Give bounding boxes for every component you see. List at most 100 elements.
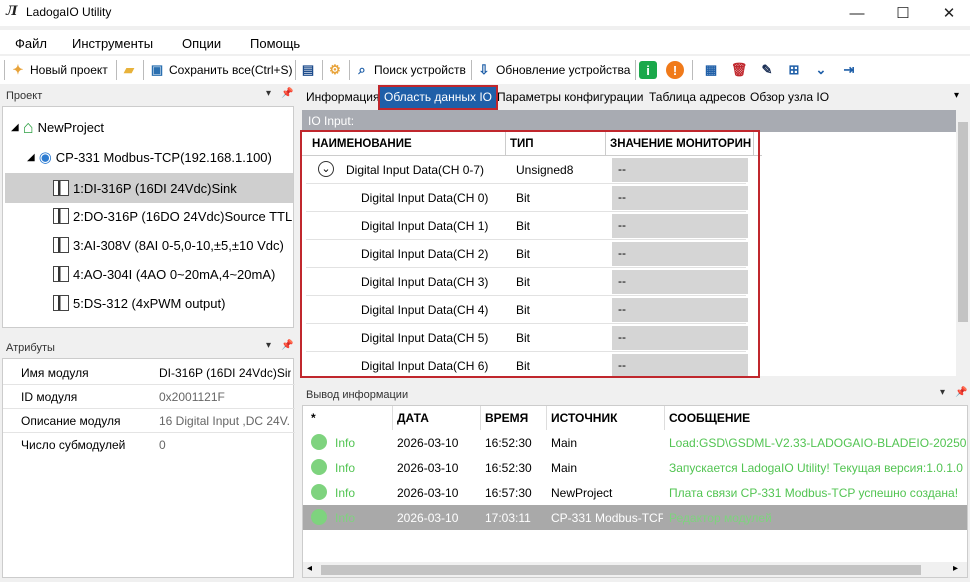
title-bar: Л LadogaIO Utility — ☐ ✕ xyxy=(0,0,970,26)
tree-root-item[interactable]: ◢ ⌂ NewProject xyxy=(11,116,104,138)
attribute-value: 16 Digital Input ,DC 24V... xyxy=(159,414,291,428)
maximize-button[interactable]: ☐ xyxy=(880,0,926,26)
delete-button[interactable]: 🗑 xyxy=(730,59,748,81)
module-icon xyxy=(53,180,69,196)
new-project-button[interactable]: ✦ Новый проект xyxy=(9,59,108,81)
log-col-source[interactable]: ИСТОЧНИК xyxy=(547,406,665,430)
log-row-selected[interactable]: Info 2026-03-10 17:03:11 CP-331 Modbus-T… xyxy=(303,505,967,530)
exit-button[interactable]: ⇥ xyxy=(840,59,858,81)
log-level: Info xyxy=(335,511,356,525)
tree-module-label: 2:DO-316P (16DO 24Vdc)Source TTL xyxy=(73,208,293,224)
tree-module-item[interactable]: 1:DI-316P (16DI 24Vdc)Sink xyxy=(53,177,237,199)
log-col-flag[interactable]: * xyxy=(307,406,393,430)
attribute-label: ID модуля xyxy=(21,390,78,404)
tab-info[interactable]: Информация xyxy=(306,90,379,104)
pin-icon[interactable]: 📌 xyxy=(281,340,293,351)
dropdown-icon[interactable]: ▾ xyxy=(266,340,271,351)
log-row[interactable]: Info 2026-03-10 16:57:30 NewProject Плат… xyxy=(303,480,967,505)
tree-module-item[interactable]: 5:DS-312 (4xPWM output) xyxy=(53,292,225,314)
menu-bar: Файл Инструменты Опции Помощь xyxy=(0,30,970,54)
menu-file[interactable]: Файл xyxy=(15,36,47,51)
dropdown-icon[interactable]: ▾ xyxy=(940,387,945,398)
status-dot-icon xyxy=(311,509,327,525)
open-folder-button[interactable]: ▰ xyxy=(120,59,138,81)
tab-io-node-overview[interactable]: Обзор узла IO xyxy=(750,90,829,104)
tree-module-label: 4:AO-304I (4AO 0~20mA,4~20mA) xyxy=(73,266,276,282)
log-source: CP-331 Modbus-TCP xyxy=(551,511,663,525)
scroll-left-icon[interactable]: ◂ xyxy=(307,563,312,574)
tab-menu-icon[interactable]: ▾ xyxy=(954,90,959,101)
tab-io-data[interactable]: Область данных IO xyxy=(378,85,498,110)
attribute-value: DI-316P (16DI 24Vdc)Sink xyxy=(159,366,291,380)
toolbar-separator xyxy=(143,60,144,80)
menu-tools[interactable]: Инструменты xyxy=(72,36,153,51)
save-all-label: Сохранить все(Ctrl+S) xyxy=(169,63,293,77)
log-hscrollbar[interactable]: ◂ ▸ xyxy=(303,562,967,577)
tree-module-item[interactable]: 2:DO-316P (16DO 24Vdc)Source TTL xyxy=(53,205,292,227)
toolbar-separator xyxy=(116,60,117,80)
tab-address-table[interactable]: Таблица адресов xyxy=(649,90,746,104)
project-panel-header: Проект ▾ 📌 xyxy=(0,86,296,106)
gear-icon: ⚙ xyxy=(329,62,341,77)
grid-button[interactable]: ▦ xyxy=(702,59,720,81)
dropdown-icon[interactable]: ▾ xyxy=(266,88,271,99)
tab-config-params[interactable]: Параметры конфигурации xyxy=(497,90,643,104)
log-col-message[interactable]: СООБЩЕНИЕ xyxy=(665,406,967,430)
toolbar-separator xyxy=(322,60,323,80)
scroll-right-icon[interactable]: ▸ xyxy=(953,563,958,574)
pin-icon[interactable]: 📌 xyxy=(955,387,967,398)
io-scrollbar-thumb[interactable] xyxy=(958,122,968,322)
terminal-icon: ▤ xyxy=(301,62,315,77)
attribute-row[interactable]: Имя модуля DI-316P (16DI 24Vdc)Sink xyxy=(3,361,295,385)
add-button[interactable]: ⊞ xyxy=(785,59,803,81)
log-row[interactable]: Info 2026-03-10 16:52:30 Main Запускаетс… xyxy=(303,455,967,480)
info-button[interactable]: i xyxy=(639,59,657,81)
attributes-panel-title: Атрибуты xyxy=(0,338,296,358)
log-row[interactable]: Info 2026-03-10 16:52:30 Main Load:GSD\G… xyxy=(303,430,968,455)
save-icon: ▣ xyxy=(150,62,164,77)
trash-icon: 🗑 xyxy=(730,62,748,77)
tree-device-item[interactable]: ◢ ◉ CP-331 Modbus-TCP(192.168.1.100) xyxy=(27,146,272,168)
log-panel-title: Вывод информации xyxy=(300,385,970,405)
new-project-label: Новый проект xyxy=(30,63,108,77)
expand-button[interactable]: ⌄ xyxy=(812,59,830,81)
edit-button[interactable]: ✎ xyxy=(758,59,776,81)
log-panel-header: Вывод информации ▾ 📌 xyxy=(300,385,970,405)
log-source: NewProject xyxy=(551,486,613,500)
module-icon xyxy=(53,208,69,224)
save-all-button[interactable]: ▣ Сохранить все(Ctrl+S) xyxy=(148,59,293,81)
update-device-button[interactable]: ⇩ Обновление устройства xyxy=(475,59,631,81)
pin-icon[interactable]: 📌 xyxy=(281,88,293,99)
close-button[interactable]: ✕ xyxy=(926,0,970,26)
exit-icon: ⇥ xyxy=(843,62,855,77)
warning-button[interactable]: ! xyxy=(666,59,684,81)
log-col-date[interactable]: ДАТА xyxy=(393,406,481,430)
collapse-icon[interactable]: ◢ xyxy=(27,152,35,163)
log-message: Load:GSD\GSDML-V2.33-LADOGAIO-BLADEIO-20… xyxy=(669,436,968,450)
log-time: 16:57:30 xyxy=(485,486,532,500)
log-time: 17:03:11 xyxy=(485,511,531,525)
tree-device-label: CP-331 Modbus-TCP(192.168.1.100) xyxy=(55,149,272,165)
tree-module-label: 3:AI-308V (8AI 0-5,0-10,±5,±10 Vdc) xyxy=(73,237,284,253)
search-devices-button[interactable]: ⌕ Поиск устройств xyxy=(353,59,466,81)
home-icon: ⌂ xyxy=(22,116,34,137)
toolbar-separator xyxy=(635,60,636,80)
menu-help[interactable]: Помощь xyxy=(250,36,300,51)
settings-button[interactable]: ⚙ xyxy=(326,59,344,81)
log-col-time[interactable]: ВРЕМЯ xyxy=(481,406,547,430)
menu-options[interactable]: Опции xyxy=(182,36,221,51)
tree-module-item[interactable]: 4:AO-304I (4AO 0~20mA,4~20mA) xyxy=(53,263,275,285)
attribute-label: Описание модуля xyxy=(21,414,121,428)
toolbar-separator xyxy=(471,60,472,80)
log-hscrollbar-thumb[interactable] xyxy=(321,565,921,575)
add-icon: ⊞ xyxy=(788,62,800,77)
collapse-icon[interactable]: ◢ xyxy=(11,122,19,133)
attribute-row[interactable]: ID модуля 0x2001121F xyxy=(3,385,295,409)
tree-module-item[interactable]: 3:AI-308V (8AI 0-5,0-10,±5,±10 Vdc) xyxy=(53,234,284,256)
attribute-row[interactable]: Число субмодулей 0 xyxy=(3,433,295,457)
attribute-row[interactable]: Описание модуля 16 Digital Input ,DC 24V… xyxy=(3,409,295,433)
attributes-panel-header: Атрибуты ▾ 📌 xyxy=(0,338,296,358)
minimize-button[interactable]: — xyxy=(834,0,880,26)
io-scrollbar[interactable] xyxy=(956,110,970,376)
terminal-button[interactable]: ▤ xyxy=(299,59,317,81)
